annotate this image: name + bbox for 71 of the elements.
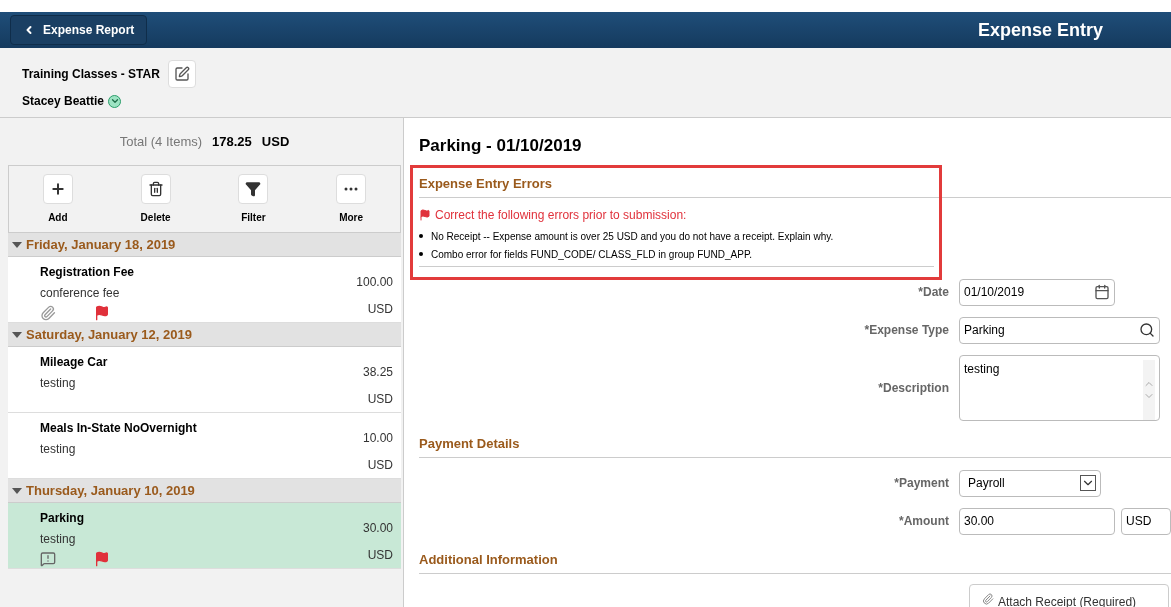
expand-triangle-icon	[12, 487, 22, 494]
search-icon	[1139, 322, 1155, 338]
flag-icon	[419, 208, 431, 221]
paperclip-icon	[982, 592, 994, 605]
more-icon	[344, 186, 359, 191]
expense-amount: 38.25	[362, 364, 393, 381]
page-title: Expense Entry	[977, 18, 1103, 42]
bullet-icon	[419, 234, 423, 238]
total-amount: 178.25	[212, 132, 252, 151]
field-label: *Payment	[893, 475, 949, 492]
calendar-icon	[1094, 284, 1110, 300]
dropdown-icon	[1080, 475, 1096, 491]
warning-bubble-icon	[40, 551, 56, 567]
field-label: *Amount	[898, 513, 949, 530]
error-item: Combo error for fields FUND_CODE/ CLASS_FLD in group FUND_APP.	[431, 247, 753, 262]
total-currency: USD	[261, 132, 290, 151]
payment-select[interactable]: Payroll	[959, 469, 1101, 497]
expense-currency: USD	[367, 391, 393, 408]
amount-field[interactable]: 30.00	[959, 507, 1115, 535]
paperclip-icon	[40, 305, 56, 321]
expense-description: testing	[40, 531, 77, 548]
bullet-icon	[419, 252, 423, 256]
error-item: No Receipt -- Expense amount is over 25 USD and you do not have a receipt. Explain why.	[431, 229, 834, 244]
expense-amount: 30.00	[362, 520, 393, 537]
expense-type-field[interactable]: Parking	[959, 316, 1160, 344]
expense-item[interactable]: Mileage Car testing 38.25 USD	[8, 347, 401, 413]
expense-currency: USD	[367, 457, 393, 474]
report-name: Training Classes - STAR	[22, 66, 160, 83]
expense-currency: USD	[367, 301, 393, 318]
date-group-header[interactable]: Saturday, January 12, 2019	[8, 323, 401, 347]
field-label: *Date	[917, 284, 949, 301]
trash-icon	[147, 180, 164, 197]
expand-triangle-icon	[12, 331, 22, 338]
add-icon	[49, 180, 66, 197]
expense-description: testing	[40, 375, 77, 392]
toolbar-button[interactable]: Add	[27, 173, 88, 225]
toolbar-button[interactable]: Delete	[125, 173, 186, 225]
back-button[interactable]: Expense Report	[10, 15, 148, 45]
toolbar-button[interactable]: More	[321, 173, 382, 225]
expense-amount: 100.00	[356, 274, 393, 291]
section-heading: Payment Details	[419, 435, 520, 451]
currency-field[interactable]: USD	[1121, 507, 1171, 535]
edit-button[interactable]	[167, 60, 196, 88]
expense-description: testing	[40, 441, 77, 458]
expense-name: Mileage Car	[40, 354, 108, 371]
expense-item[interactable]: Parking testing 30.00 USD	[8, 503, 401, 569]
expense-name: Parking	[40, 510, 85, 527]
date-group-header[interactable]: Thursday, January 10, 2019	[8, 479, 401, 503]
section-heading: Expense Entry Errors	[419, 175, 552, 191]
expense-currency: USD	[367, 547, 393, 564]
flag-icon	[94, 551, 110, 567]
field-label: *Expense Type	[863, 322, 949, 339]
edit-icon	[173, 66, 190, 82]
expense-name: Meals In-State NoOvernight	[40, 420, 197, 437]
employee-name: Stacey Beattie	[22, 93, 105, 110]
date-group-header[interactable]: Friday, January 18, 2019	[8, 233, 401, 257]
date-field[interactable]: 01/10/2019	[959, 278, 1115, 306]
field-label: *Description	[877, 379, 949, 397]
error-message: Correct the following errors prior to submission:	[435, 206, 687, 224]
flag-icon	[94, 305, 110, 321]
section-heading: Additional Information	[419, 551, 558, 567]
filter-icon	[245, 180, 262, 197]
expense-amount: 10.00	[362, 430, 393, 447]
expand-triangle-icon	[12, 241, 22, 248]
expense-description: conference fee	[40, 285, 121, 302]
expense-item[interactable]: Registration Fee conference fee 100.00 USD	[8, 257, 401, 323]
detail-title: Parking - 01/10/2019	[419, 135, 583, 157]
expense-item[interactable]: Meals In-State NoOvernight testing 10.00 USD	[8, 413, 401, 479]
total-label: Total (4 Items)	[119, 132, 203, 151]
expense-name: Registration Fee	[40, 264, 135, 281]
toolbar-button[interactable]: Filter	[223, 173, 284, 225]
